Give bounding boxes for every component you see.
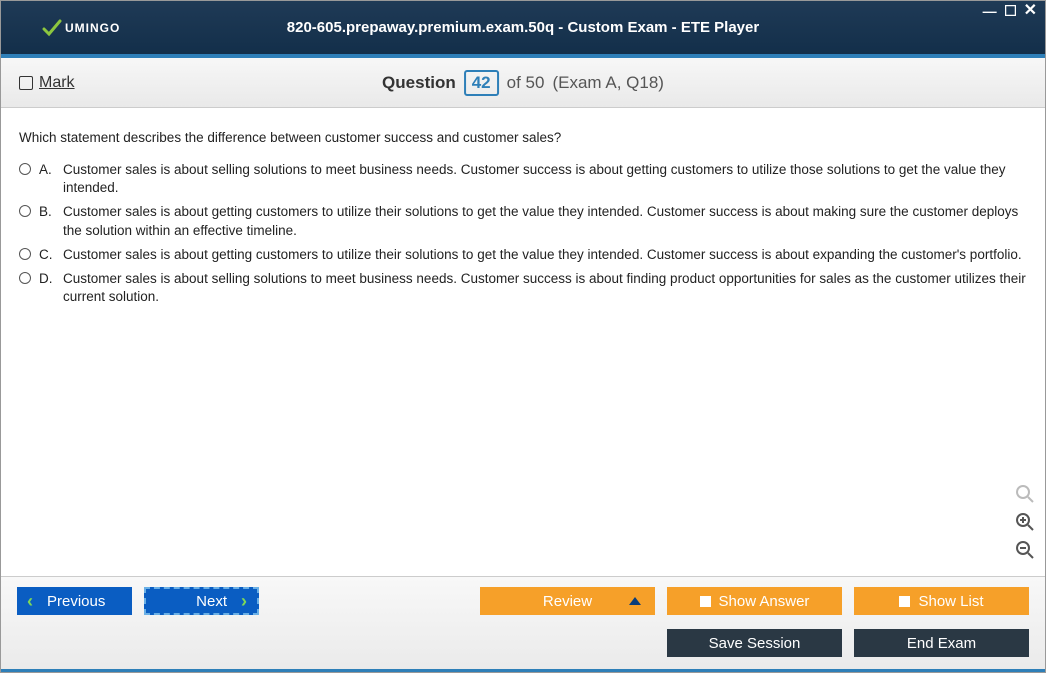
question-word: Question (382, 73, 456, 93)
review-label: Review (543, 593, 592, 610)
triangle-up-icon (629, 597, 641, 605)
close-icon[interactable]: ✕ (1024, 6, 1037, 16)
option-letter: A. (39, 161, 55, 179)
option-text: Customer sales is about getting customer… (63, 203, 1027, 239)
mark-label: Mark (39, 74, 75, 92)
show-answer-button[interactable]: Show Answer (667, 587, 842, 615)
question-number: 42 (464, 70, 499, 96)
radio-icon (19, 163, 31, 175)
app-logo: UMINGO (41, 17, 120, 39)
question-content: Which statement describes the difference… (1, 108, 1045, 568)
square-icon (899, 596, 910, 607)
search-icon[interactable] (1013, 482, 1037, 506)
zoom-in-icon[interactable] (1013, 510, 1037, 534)
option-b[interactable]: B. Customer sales is about getting custo… (19, 203, 1027, 239)
radio-icon (19, 272, 31, 284)
next-label: Next (196, 593, 227, 610)
option-c[interactable]: C. Customer sales is about getting custo… (19, 246, 1027, 264)
show-list-button[interactable]: Show List (854, 587, 1029, 615)
footer-row-1: ‹ Previous Next › Review Show Answer Sho… (17, 587, 1029, 615)
option-text: Customer sales is about selling solution… (63, 161, 1027, 197)
show-answer-label: Show Answer (719, 593, 810, 610)
end-exam-label: End Exam (907, 635, 976, 652)
minimize-icon[interactable]: — (983, 6, 997, 16)
end-exam-button[interactable]: End Exam (854, 629, 1029, 657)
checkbox-icon (19, 76, 33, 90)
option-text: Customer sales is about getting customer… (63, 246, 1027, 264)
maximize-icon[interactable] (1005, 5, 1016, 16)
previous-button[interactable]: ‹ Previous (17, 587, 132, 615)
save-session-label: Save Session (709, 635, 801, 652)
question-of-total: of 50 (507, 73, 545, 93)
option-d[interactable]: D. Customer sales is about selling solut… (19, 270, 1027, 306)
option-letter: D. (39, 270, 55, 288)
option-letter: B. (39, 203, 55, 221)
option-a[interactable]: A. Customer sales is about selling solut… (19, 161, 1027, 197)
question-toolbar: Mark Question 42 of 50 (Exam A, Q18) (1, 58, 1045, 108)
zoom-tools (1013, 482, 1037, 562)
question-text: Which statement describes the difference… (19, 130, 1027, 145)
logo-text: UMINGO (65, 21, 120, 35)
previous-label: Previous (47, 593, 105, 610)
title-bar: UMINGO 820-605.prepaway.premium.exam.50q… (1, 1, 1045, 54)
radio-icon (19, 248, 31, 260)
footer: ‹ Previous Next › Review Show Answer Sho… (1, 576, 1045, 672)
question-exam-ref: (Exam A, Q18) (552, 73, 663, 93)
save-session-button[interactable]: Save Session (667, 629, 842, 657)
question-header: Question 42 of 50 (Exam A, Q18) (382, 70, 664, 96)
zoom-out-icon[interactable] (1013, 538, 1037, 562)
bottom-accent-bar (1, 669, 1045, 672)
window-title: 820-605.prepaway.premium.exam.50q - Cust… (287, 19, 759, 36)
footer-row-2: Save Session End Exam (17, 629, 1029, 657)
option-text: Customer sales is about selling solution… (63, 270, 1027, 306)
square-icon (700, 596, 711, 607)
show-list-label: Show List (918, 593, 983, 610)
mark-checkbox[interactable]: Mark (19, 74, 75, 92)
window-controls: — ✕ (983, 5, 1037, 16)
logo-check-icon (41, 17, 63, 39)
review-button[interactable]: Review (480, 587, 655, 615)
option-letter: C. (39, 246, 55, 264)
next-button[interactable]: Next › (144, 587, 259, 615)
radio-icon (19, 205, 31, 217)
